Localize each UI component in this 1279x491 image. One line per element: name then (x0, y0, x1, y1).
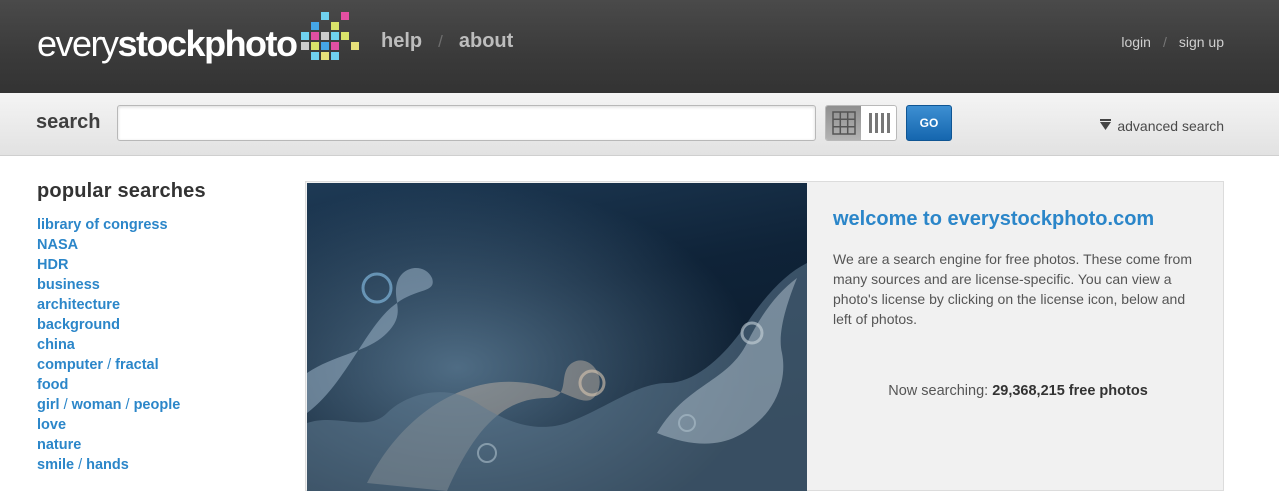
featured-fractal-image[interactable] (307, 183, 807, 491)
photo-count: Now searching: 29,368,215 free photos (833, 383, 1203, 399)
popular-search-item: smile / hands (37, 455, 277, 475)
grid-view-button[interactable] (826, 106, 861, 140)
popular-search-separator: / (63, 397, 68, 413)
popular-searches: popular searches library of congress NASA… (37, 180, 277, 475)
logo[interactable]: everystockphoto (37, 12, 361, 70)
popular-search-separator: / (107, 357, 112, 373)
popular-search-item: HDR (37, 255, 277, 275)
popular-search-link[interactable]: people (134, 397, 181, 413)
column-view-icon (868, 113, 890, 133)
popular-search-link[interactable]: china (37, 337, 75, 353)
go-button[interactable]: GO (906, 105, 952, 141)
popular-search-item: china (37, 335, 277, 355)
nav-about-link[interactable]: about (459, 30, 513, 53)
popular-search-item: love (37, 415, 277, 435)
photo-count-prefix: Now searching: (888, 383, 989, 399)
welcome-section: welcome to everystockphoto.com We are a … (833, 208, 1203, 329)
popular-search-link[interactable]: HDR (37, 257, 68, 273)
popular-search-link[interactable]: NASA (37, 237, 78, 253)
popular-searches-title: popular searches (37, 180, 206, 202)
popular-search-item: background (37, 315, 277, 335)
popular-search-link[interactable]: hands (86, 457, 129, 473)
main-nav: help / about (381, 30, 513, 53)
popular-search-item: computer / fractal (37, 355, 277, 375)
popular-search-link[interactable]: woman (72, 397, 122, 413)
popular-search-separator: / (78, 457, 83, 473)
popular-search-link[interactable]: food (37, 377, 68, 393)
popular-search-link[interactable]: girl (37, 397, 60, 413)
view-mode-toggle (825, 105, 897, 141)
popular-search-link[interactable]: computer (37, 357, 103, 373)
grid-view-icon (831, 111, 856, 135)
feature-panel: welcome to everystockphoto.com We are a … (305, 181, 1224, 491)
photo-count-value: 29,368,215 free photos (992, 383, 1148, 399)
advanced-search-label: advanced search (1117, 118, 1224, 134)
popular-search-link[interactable]: love (37, 417, 66, 433)
download-arrow-icon (1100, 118, 1112, 134)
popular-search-link[interactable]: business (37, 277, 100, 293)
popular-search-separator: / (125, 397, 130, 413)
login-link[interactable]: login (1121, 34, 1151, 50)
welcome-title: welcome to everystockphoto.com (833, 208, 1155, 230)
popular-search-item: food (37, 375, 277, 395)
column-view-button[interactable] (861, 106, 896, 140)
top-bar: everystockphoto help / about login / sig… (0, 0, 1279, 93)
search-label: search (36, 111, 101, 133)
popular-search-link[interactable]: architecture (37, 297, 120, 313)
popular-search-item: library of congress (37, 215, 277, 235)
logo-mosaic-icon (300, 12, 361, 68)
advanced-search-toggle[interactable]: advanced search (1100, 118, 1224, 134)
nav-separator: / (438, 31, 443, 51)
popular-search-item: girl / woman / people (37, 395, 277, 415)
popular-search-link[interactable]: library of congress (37, 217, 168, 233)
popular-search-link[interactable]: nature (37, 437, 81, 453)
popular-search-item: NASA (37, 235, 277, 255)
sign-up-link[interactable]: sign up (1179, 34, 1224, 50)
popular-search-link[interactable]: smile (37, 457, 74, 473)
search-bar: search GO advanced search (0, 93, 1279, 156)
popular-search-item: business (37, 275, 277, 295)
popular-search-link[interactable]: fractal (115, 357, 159, 373)
search-input[interactable] (117, 105, 816, 141)
auth-links: login / sign up (1121, 34, 1224, 50)
popular-search-item: architecture (37, 295, 277, 315)
popular-search-link[interactable]: background (37, 317, 120, 333)
auth-separator: / (1162, 34, 1167, 50)
logo-text-every: every (37, 23, 119, 64)
popular-searches-list: library of congress NASA HDR business archit… (37, 215, 277, 475)
nav-help-link[interactable]: help (381, 30, 422, 53)
logo-text: everystockphoto (37, 18, 299, 70)
popular-search-item: nature (37, 435, 277, 455)
welcome-description: We are a search engine for free photos. … (833, 251, 1193, 327)
logo-text-stockphoto: stockphoto (117, 23, 299, 64)
